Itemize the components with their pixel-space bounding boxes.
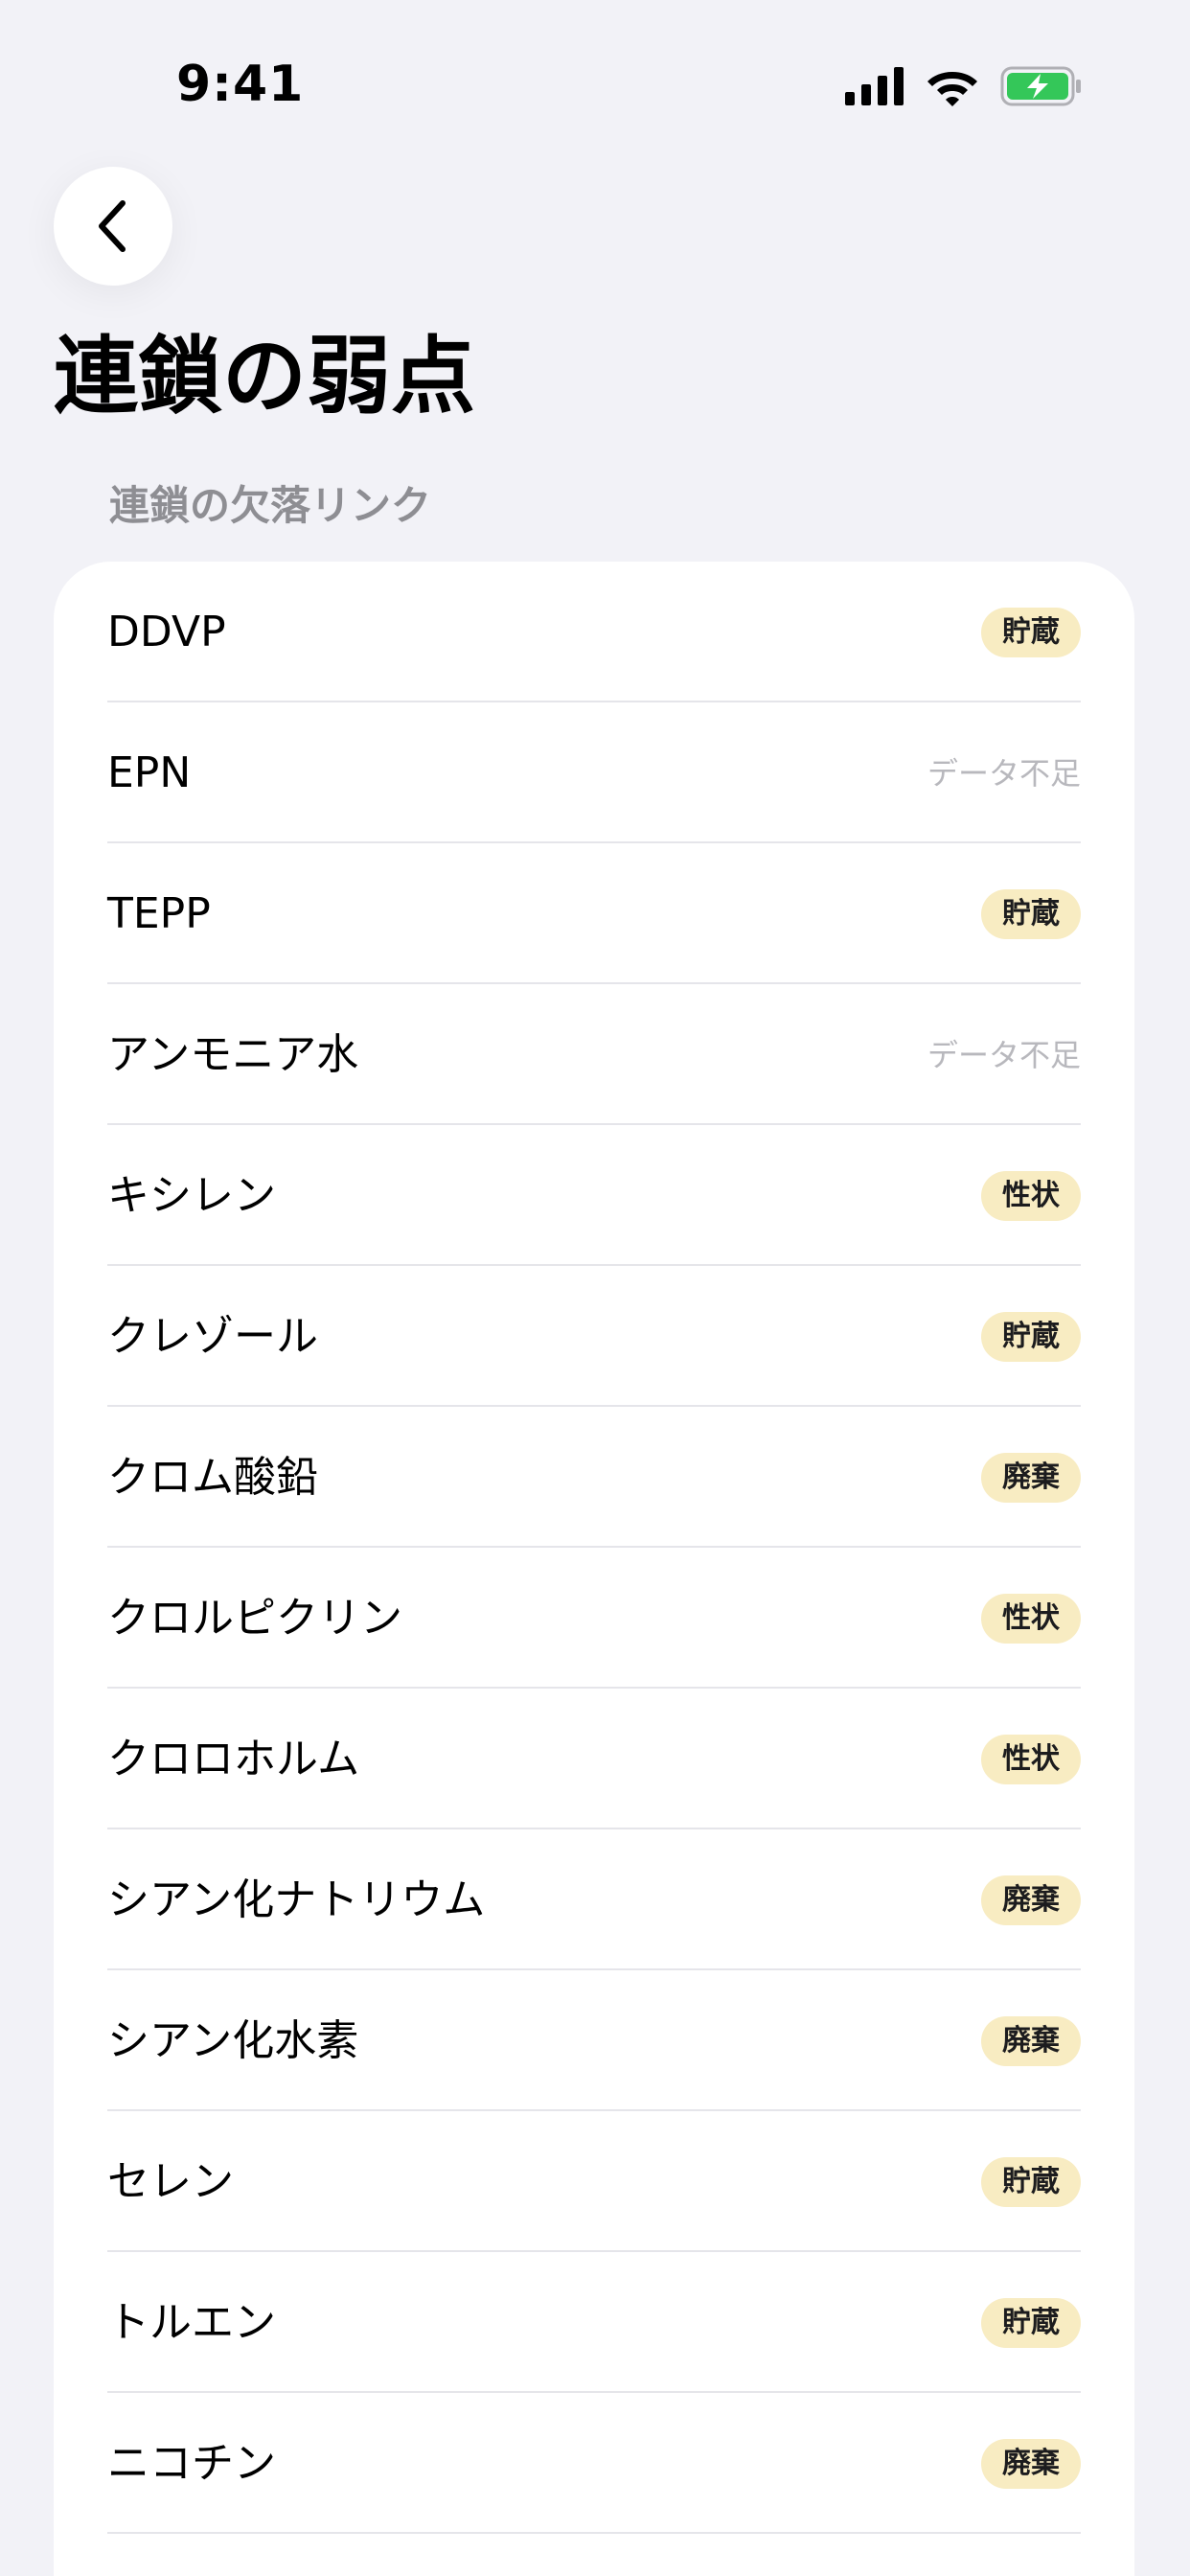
wifi-icon [927,72,977,106]
list-item[interactable]: アンモニア水 データ不足 [54,984,1134,1125]
section-header: 連鎖の欠落リンク [109,482,432,529]
item-name: EPN [107,748,192,797]
signal-icon [845,67,904,105]
item-name: クロロホルム [107,1734,360,1783]
item-name: クレゾール [107,1311,318,1361]
insufficient-data-label: データ不足 [927,754,1081,792]
item-name: シアン化水素 [107,2015,359,2065]
missing-link-badge: 貯蔵 [981,1311,1081,1362]
weak-links-list-card: DDVP 貯蔵 EPN データ不足 TEPP 貯蔵 アンモニア水 データ不足 キシレン 性状 クレゾ… [54,562,1134,2576]
list-item[interactable]: クロルピクリン 性状 [54,1548,1134,1689]
missing-link-badge: 貯蔵 [981,888,1081,939]
status-icons [845,61,1083,111]
status-bar: 9:41 [0,0,1190,172]
item-name: シアン化ナトリウム [107,1874,486,1924]
missing-link-badge: 廃棄 [981,2015,1081,2066]
missing-link-badge: 性状 [981,1593,1081,1644]
missing-link-badge: 貯蔵 [981,2156,1081,2207]
battery-charging-icon [1000,66,1081,106]
list-item[interactable]: ニコチン 廃棄 [54,2393,1134,2534]
list-item[interactable]: EPN データ不足 [54,702,1134,843]
missing-link-badge: 貯蔵 [981,607,1081,657]
item-name: TEPP [107,888,211,938]
item-name: クロルピクリン [107,1593,402,1643]
missing-link-badge: 廃棄 [981,2438,1081,2489]
list-item[interactable]: キシレン 性状 [54,1125,1134,1266]
missing-link-badge: 性状 [981,1734,1081,1784]
list-item[interactable]: TEPP 貯蔵 [54,843,1134,984]
page-title: 連鎖の弱点 [54,327,476,426]
item-name: アンモニア水 [107,1029,359,1079]
item-name: ニコチン [107,2438,276,2488]
missing-link-badge: 廃棄 [981,1452,1081,1503]
back-button[interactable] [54,167,172,286]
missing-link-badge: 性状 [981,1170,1081,1221]
item-name: DDVP [107,607,226,656]
missing-link-badge: 貯蔵 [981,2297,1081,2348]
item-name: トルエン [107,2297,276,2347]
weak-links-list: DDVP 貯蔵 EPN データ不足 TEPP 貯蔵 アンモニア水 データ不足 キシレン 性状 クレゾ… [54,562,1134,2534]
list-item[interactable]: クロロホルム 性状 [54,1689,1134,1829]
list-item[interactable]: シアン化ナトリウム 廃棄 [54,1829,1134,1970]
insufficient-data-label: データ不足 [927,1036,1081,1073]
list-item[interactable]: シアン化水素 廃棄 [54,1970,1134,2111]
item-name: キシレン [107,1170,276,1220]
screen: 9:41 連鎖の弱点 連鎖の欠落リンク DDVP 貯蔵 EPN データ不足 TE… [0,0,1190,2576]
list-item[interactable]: クレゾール 貯蔵 [54,1266,1134,1407]
missing-link-badge: 廃棄 [981,1874,1081,1925]
item-name: クロム酸鉛 [107,1452,318,1502]
item-name: セレン [107,2156,234,2206]
list-item[interactable]: トルエン 貯蔵 [54,2252,1134,2393]
list-item[interactable]: クロム酸鉛 廃棄 [54,1407,1134,1548]
list-item[interactable]: セレン 貯蔵 [54,2111,1134,2252]
status-time: 9:41 [176,56,305,113]
list-item[interactable]: DDVP 貯蔵 [54,562,1134,702]
chevron-left-icon [99,200,126,252]
